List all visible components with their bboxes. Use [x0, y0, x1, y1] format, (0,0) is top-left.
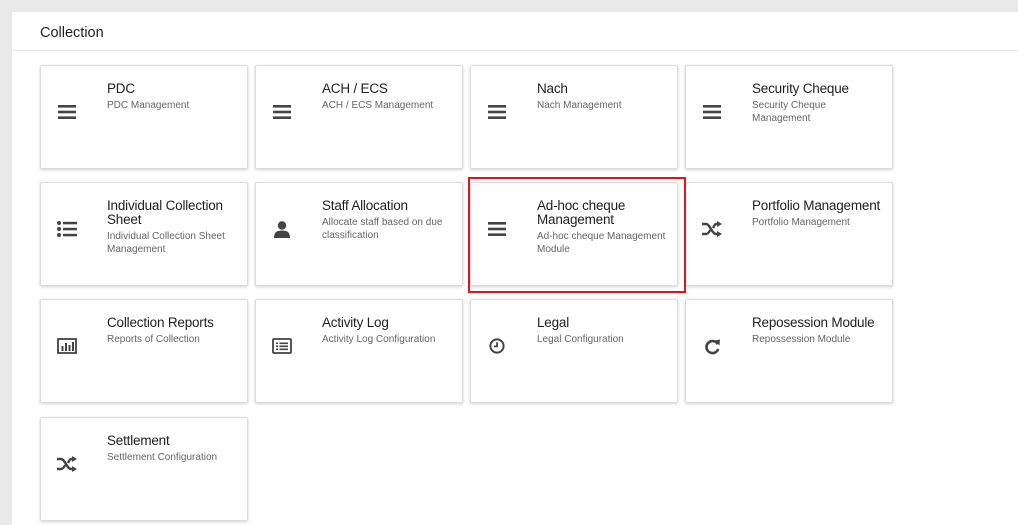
card-title: Activity Log [322, 315, 389, 330]
card-title: Staff Allocation [322, 198, 408, 213]
shuffle-icon [701, 218, 723, 240]
card-description: Settlement Configuration [107, 452, 218, 463]
card-description: ACH / ECS Management [322, 100, 434, 111]
clock-icon [486, 335, 508, 357]
card-ach-ecs[interactable]: ACH / ECS ACH / ECS Management [255, 65, 463, 169]
bar-chart-icon [56, 335, 78, 357]
card-staff-allocation[interactable]: Staff Allocation Allocate staff based on… [255, 182, 463, 286]
shuffle-icon [56, 453, 78, 475]
card-title: Portfolio Management [752, 198, 881, 213]
bars-icon [486, 218, 508, 240]
card-description: Legal Configuration [537, 334, 624, 345]
card-description: Repossession Module [752, 334, 851, 345]
card-security-cheque[interactable]: Security Cheque Security Cheque Manageme… [685, 65, 893, 169]
card-description: Activity Log Configuration [322, 334, 436, 345]
list-alt-icon [271, 335, 293, 357]
card-title: Collection Reports [107, 315, 214, 330]
card-description: Reports of Collection [107, 334, 200, 345]
user-icon [271, 218, 293, 240]
card-reposession-module[interactable]: Reposession Module Repossession Module [685, 299, 893, 403]
card-title: Nach [537, 81, 568, 96]
card-title: Security Cheque [752, 81, 849, 96]
card-individual-collection-sheet[interactable]: Individual Collection Sheet Individual C… [40, 182, 248, 286]
card-description: Security Cheque Management [752, 100, 826, 124]
list-icon [56, 218, 78, 240]
card-activity-log[interactable]: Activity Log Activity Log Configuration [255, 299, 463, 403]
card-title: Settlement [107, 433, 170, 448]
card-legal[interactable]: Legal Legal Configuration [470, 299, 678, 403]
card-collection-reports[interactable]: Collection Reports Reports of Collection [40, 299, 248, 403]
card-adhoc-cheque-management[interactable]: Ad-hoc cheque Management Ad-hoc cheque M… [470, 182, 678, 286]
card-pdc[interactable]: PDC PDC Management [40, 65, 248, 169]
card-portfolio-management[interactable]: Portfolio Management Portfolio Managemen… [685, 182, 893, 286]
bars-icon [271, 101, 293, 123]
bars-icon [56, 101, 78, 123]
card-description: Portfolio Management [752, 217, 850, 228]
card-nach[interactable]: Nach Nach Management [470, 65, 678, 169]
bars-icon [486, 101, 508, 123]
card-title: Reposession Module [752, 315, 875, 330]
card-title: Legal [537, 315, 570, 330]
card-title: ACH / ECS [322, 81, 388, 96]
card-description: Ad-hoc cheque Management Module [537, 231, 666, 255]
section-title: Collection [40, 25, 104, 41]
divider [12, 50, 1018, 51]
refresh-icon [701, 335, 723, 357]
bars-icon [701, 101, 723, 123]
card-title: Ad-hoc cheque Management [537, 198, 626, 227]
card-description: PDC Management [107, 100, 190, 111]
card-title: PDC [107, 81, 135, 96]
card-title: Individual Collection Sheet [107, 198, 223, 227]
card-settlement[interactable]: Settlement Settlement Configuration [40, 417, 248, 521]
card-description: Individual Collection Sheet Management [107, 231, 225, 255]
card-description: Nach Management [537, 100, 622, 111]
card-description: Allocate staff based on due classificati… [322, 217, 443, 241]
